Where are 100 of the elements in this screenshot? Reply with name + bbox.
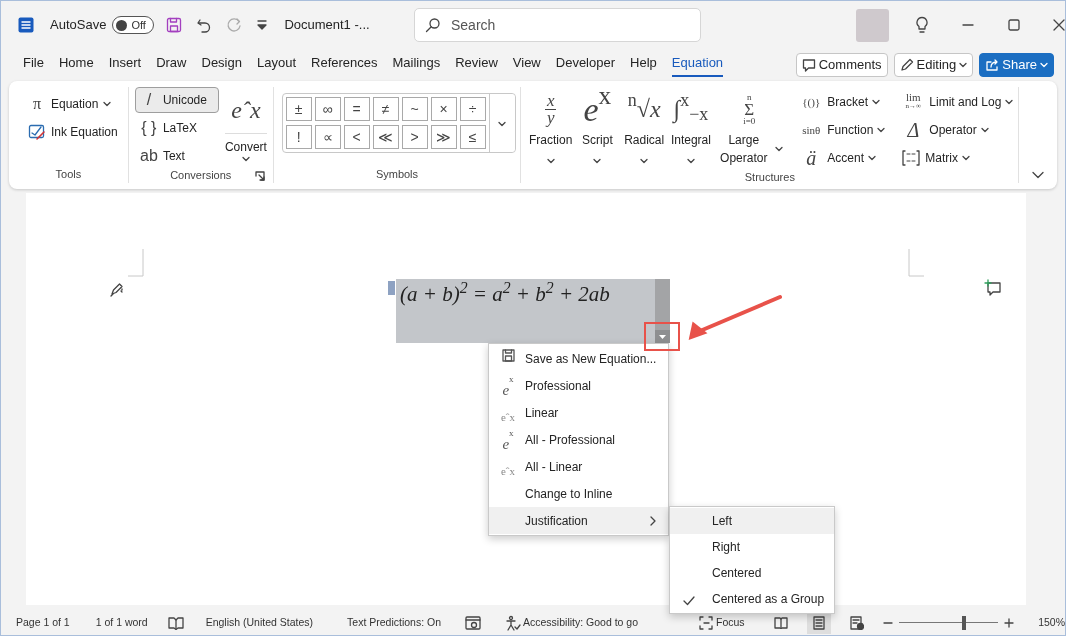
dialog-launcher-icon[interactable]: [254, 171, 265, 181]
equation-options-button[interactable]: [655, 330, 670, 343]
slider-thumb[interactable]: [962, 615, 967, 630]
caret-icon: [959, 62, 968, 68]
symbol-button[interactable]: ~: [401, 97, 428, 121]
autosave-toggle[interactable]: Off: [112, 16, 155, 34]
structure-button[interactable]: e$^{x}$ Script: [574, 87, 621, 171]
symbol-button[interactable]: ÷: [459, 97, 486, 121]
zoom-in-icon[interactable]: [1004, 617, 1015, 628]
web-page-icon: [849, 615, 864, 630]
ribbon-tab[interactable]: File: [23, 53, 44, 77]
symbol-button[interactable]: =: [343, 97, 370, 121]
menu-item[interactable]: e$^{x}$ All - Professional: [489, 426, 668, 453]
linear-icon: eˆx: [500, 456, 515, 480]
structure-button[interactable]: ä Accent: [794, 145, 891, 171]
ribbon-tab[interactable]: Home: [58, 53, 94, 77]
symbol-button[interactable]: ≪: [372, 124, 399, 149]
chevron-right-icon: [650, 515, 656, 526]
menu-item[interactable]: Right: [670, 534, 834, 560]
close-icon[interactable]: [1053, 19, 1065, 31]
menu-item[interactable]: eˆx Linear: [489, 399, 668, 426]
symbol-button[interactable]: >: [401, 124, 428, 149]
menu-item[interactable]: Change to Inline: [489, 480, 668, 507]
collapse-ribbon-icon[interactable]: [1032, 171, 1045, 179]
structure-button[interactable]: x y Fraction: [527, 87, 575, 171]
save-icon: [501, 348, 515, 362]
structure-button[interactable]: $^{n}$√x Radical: [620, 87, 668, 171]
caret-icon: [546, 157, 555, 164]
drag-handle[interactable]: [388, 281, 395, 295]
caret-icon: [980, 127, 989, 133]
customize-icon[interactable]: [256, 19, 269, 31]
symbol-button[interactable]: ≠: [372, 97, 399, 121]
structure-button[interactable]: n Σ i=0 Large Operator: [714, 87, 785, 171]
menu-item[interactable]: eˆx All - Linear: [489, 453, 668, 480]
share-button[interactable]: Share: [979, 53, 1054, 77]
margin-mark: [128, 249, 144, 277]
convert-button[interactable]: eˆx Convert: [220, 87, 271, 169]
ribbon-tab[interactable]: Design: [201, 53, 242, 77]
structure-button[interactable]: {()} Bracket: [794, 89, 891, 115]
structure-icon: $^{n}$√x: [627, 87, 661, 131]
menu-item[interactable]: Centered: [670, 560, 834, 586]
conversion-option[interactable]: { } LaTeX: [134, 115, 219, 141]
menu-item[interactable]: Justification: [489, 507, 668, 534]
symbol-button[interactable]: ∝: [314, 124, 341, 149]
ribbon-tab[interactable]: Review: [455, 53, 498, 77]
linear-icon: eˆx: [500, 402, 515, 426]
symbol-button[interactable]: ±: [285, 97, 312, 121]
text-predictions: Text Predictions: On: [347, 614, 442, 630]
book-icon: [773, 616, 788, 629]
proofing-icon[interactable]: [167, 615, 184, 630]
comments-button[interactable]: Comments: [795, 53, 888, 77]
search-field[interactable]: Search: [414, 8, 701, 42]
symbol-button[interactable]: ≤: [459, 124, 486, 149]
ribbon-tab[interactable]: Draw: [156, 53, 187, 77]
pen-icon: [109, 281, 125, 297]
symbol-button[interactable]: <: [343, 124, 370, 149]
maximize-icon[interactable]: [1008, 19, 1020, 31]
symbol-button[interactable]: ∞: [314, 97, 341, 121]
focus-icon[interactable]: [698, 614, 714, 631]
ribbon-tab[interactable]: Equation: [671, 53, 724, 77]
focus-button[interactable]: Focus: [716, 614, 745, 631]
undo-icon[interactable]: [196, 17, 213, 33]
word-logo-icon: [18, 17, 34, 33]
accessibility-status[interactable]: Accessibility: Good to go: [523, 614, 638, 631]
caret-icon: [867, 155, 876, 161]
menu-item[interactable]: Centered as a Group: [670, 586, 834, 612]
group-label: Structures: [744, 171, 795, 184]
caret-icon: [498, 120, 507, 127]
tool-button[interactable]: Ink Equation: [23, 119, 123, 145]
highlight-frame: [644, 322, 680, 351]
menu-item[interactable]: Left: [670, 508, 834, 534]
page-count: Page 1 of 1: [16, 614, 70, 630]
ribbon-tab[interactable]: Insert: [108, 53, 142, 77]
matrix-icon: [901, 149, 922, 167]
group-label: Conversions: [170, 169, 232, 182]
structure-button[interactable]: Δ Operator: [896, 117, 1019, 143]
ribbon-tab[interactable]: References: [311, 53, 378, 77]
accessibility-icon[interactable]: [505, 614, 522, 631]
structure-button[interactable]: Matrix: [896, 145, 1019, 171]
conversion-option[interactable]: / Unicode: [134, 87, 219, 113]
structure-button[interactable]: sinθ Function: [794, 117, 891, 143]
symbol-button[interactable]: ≫: [430, 124, 457, 149]
caret-icon: [593, 157, 602, 164]
save-icon[interactable]: [166, 17, 183, 33]
ribbon-tab[interactable]: Developer: [555, 53, 616, 77]
ribbon-tab[interactable]: Mailings: [392, 53, 441, 77]
ribbon-tab[interactable]: Layout: [256, 53, 296, 77]
zoom-level: 150%: [1038, 614, 1065, 630]
symbol-button[interactable]: ×: [430, 97, 457, 121]
menu-item[interactable]: Save as New Equation...: [489, 345, 668, 372]
ribbon-tab[interactable]: View: [512, 53, 541, 77]
lightbulb-icon[interactable]: [914, 16, 930, 34]
structure-icon: e$^{x}$: [583, 87, 612, 131]
tool-button[interactable]: π Equation: [23, 91, 123, 117]
ribbon-tab[interactable]: Help: [630, 53, 657, 77]
menu-item[interactable]: e$^{x}$ Professional: [489, 372, 668, 399]
conversion-option[interactable]: ab Text: [134, 143, 219, 169]
editing-button[interactable]: Editing: [893, 53, 974, 77]
predictions-icon[interactable]: [465, 615, 482, 630]
symbol-button[interactable]: !: [285, 124, 312, 149]
